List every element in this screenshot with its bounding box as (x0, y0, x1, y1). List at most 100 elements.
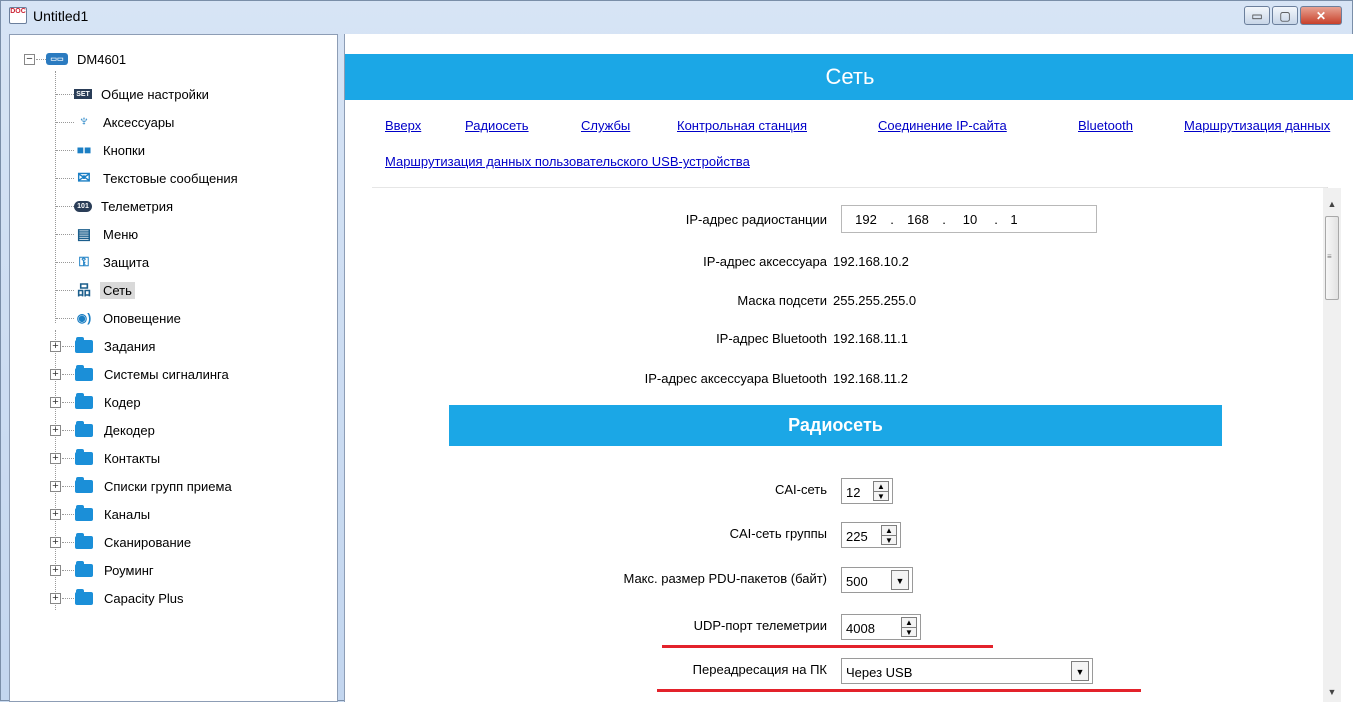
pc-forwarding-select[interactable]: Через USB ▼ (841, 658, 1093, 684)
link-ip-site[interactable]: Соединение IP-сайта (878, 118, 1007, 133)
minimize-button[interactable]: ▭ (1244, 6, 1270, 25)
link-control-station[interactable]: Контрольная станция (677, 118, 807, 133)
key-icon: ⚿ (79, 254, 89, 269)
highlight-underline (657, 689, 1141, 692)
expand-icon[interactable]: + (50, 509, 61, 520)
radionet-section-header: Радиосеть (449, 405, 1222, 446)
expand-icon[interactable]: + (50, 341, 61, 352)
folder-icon (75, 392, 93, 409)
cai-net-spinner[interactable]: 12 ▲ ▼ (841, 478, 893, 504)
ip-octet-4[interactable]: 1 (1002, 212, 1026, 227)
tree-folder-label: Задания (104, 338, 156, 354)
tree-item-accessories[interactable]: ♆ Аксессуары (74, 109, 177, 135)
tree-folder-contacts[interactable]: Контакты (74, 445, 163, 471)
tree-folder-decoder[interactable]: Декодер (74, 417, 158, 443)
tree-item-alerts[interactable]: ◉) Оповещение (74, 305, 184, 331)
window-controls: ▭ ▢ ✕ (1244, 6, 1342, 25)
tree-item-label: Общие настройки (101, 86, 209, 102)
expand-icon[interactable]: + (50, 593, 61, 604)
spinner-arrows-icon[interactable]: ▲ ▼ (881, 525, 897, 545)
network-icon: 品 (77, 282, 91, 298)
tree-item-label: Телеметрия (101, 198, 174, 214)
pdu-size-value[interactable]: 500 (842, 571, 891, 589)
link-bluetooth[interactable]: Bluetooth (1078, 118, 1133, 133)
cai-group-spinner[interactable]: 225 ▲ ▼ (841, 522, 901, 548)
tree-folder-tasks[interactable]: Задания (74, 333, 158, 359)
udp-port-spinner[interactable]: 4008 ▲ ▼ (841, 614, 921, 640)
maximize-button[interactable]: ▢ (1272, 6, 1298, 25)
ip-octet-1[interactable]: 192 (846, 212, 886, 227)
cai-group-value[interactable]: 225 (842, 526, 881, 544)
tree-folder-label: Каналы (104, 506, 151, 522)
pdu-size-label: Макс. размер PDU-пакетов (байт) (623, 571, 827, 586)
spinner-arrows-icon[interactable]: ▲ ▼ (901, 617, 917, 637)
tree-item-buttons[interactable]: ■■ Кнопки (74, 137, 148, 163)
tree-item-network[interactable]: 品 Сеть (74, 277, 135, 303)
folder-icon (75, 448, 93, 465)
tree-folder-channels[interactable]: Каналы (74, 501, 153, 527)
collapse-root-icon[interactable]: − (24, 54, 35, 65)
tree-folder-signaling[interactable]: Системы сигналинга (74, 361, 232, 387)
ip-octet-3[interactable]: 10 (950, 212, 990, 227)
pc-forwarding-value[interactable]: Через USB (842, 662, 1071, 680)
tree-folder-label: Capacity Plus (104, 590, 184, 606)
pc-forwarding-label: Переадресация на ПК (692, 662, 827, 677)
radio-device-icon: ▭▭ (46, 53, 68, 65)
tree-item-telemetry[interactable]: 101 Телеметрия (74, 193, 176, 219)
expand-icon[interactable]: + (50, 397, 61, 408)
tree-item-menu[interactable]: ▤ Меню (74, 221, 141, 247)
cai-net-value[interactable]: 12 (842, 482, 873, 500)
accessory-icon: ♆ (78, 113, 90, 130)
tree-folder-label: Списки групп приема (104, 478, 232, 494)
tree-folder-label: Контакты (104, 450, 161, 466)
bluetooth-accessory-ip-value: 192.168.11.2 (833, 371, 908, 386)
tree-item-label: Сеть (100, 281, 135, 299)
link-usb-data-routing[interactable]: Маршрутизация данных пользовательского U… (385, 154, 750, 169)
dropdown-arrow-icon[interactable]: ▼ (1071, 661, 1089, 681)
tree-folder-label: Системы сигналинга (104, 366, 229, 382)
tree-folder-roaming[interactable]: Роуминг (74, 557, 157, 583)
tree-folder-scan[interactable]: Сканирование (74, 529, 194, 555)
tree-root[interactable]: ▭▭ DM4601 (46, 46, 129, 72)
tree-folder-rx-groups[interactable]: Списки групп приема (74, 473, 235, 499)
tree-folder-encoder[interactable]: Кодер (74, 389, 144, 415)
tree-folder-capacity-plus[interactable]: Capacity Plus (74, 585, 186, 611)
udp-port-value[interactable]: 4008 (842, 618, 901, 636)
expand-icon[interactable]: + (50, 537, 61, 548)
cai-group-label: CAI-сеть группы (729, 526, 827, 541)
ip-dot: . (890, 211, 894, 227)
expand-icon[interactable]: + (50, 425, 61, 436)
buttons-icon: ■■ (76, 143, 92, 157)
spinner-arrows-icon[interactable]: ▲ ▼ (873, 481, 889, 501)
tree-folder-label: Кодер (104, 394, 141, 410)
ip-octet-2[interactable]: 168 (898, 212, 938, 227)
link-radionet[interactable]: Радиосеть (465, 118, 529, 133)
link-services[interactable]: Службы (581, 118, 630, 133)
telemetry-icon: 101 (74, 200, 92, 212)
expand-icon[interactable]: + (50, 565, 61, 576)
tree-item-security[interactable]: ⚿ Защита (74, 249, 152, 275)
scroll-up-icon[interactable]: ▲ (1323, 196, 1341, 212)
tree-folder-label: Роуминг (104, 562, 154, 578)
radio-ip-input[interactable]: 192 . 168 . 10 . 1 (841, 205, 1097, 233)
tree-folder-label: Декодер (104, 422, 155, 438)
tree-item-label: Кнопки (103, 142, 145, 158)
vertical-scrollbar[interactable]: ▲ ≡ ▼ (1323, 188, 1341, 702)
dropdown-arrow-icon[interactable]: ▼ (891, 570, 909, 590)
tree-item-text-messages[interactable]: ✉ Текстовые сообщения (74, 165, 241, 191)
link-up[interactable]: Вверх (385, 118, 421, 133)
expand-icon[interactable]: + (50, 481, 61, 492)
close-button[interactable]: ✕ (1300, 6, 1342, 25)
ip-dot: . (942, 211, 946, 227)
link-data-routing[interactable]: Маршрутизация данных (1184, 118, 1330, 133)
expand-icon[interactable]: + (50, 369, 61, 380)
expand-icon[interactable]: + (50, 453, 61, 464)
pdu-size-select[interactable]: 500 ▼ (841, 567, 913, 593)
folder-icon (75, 532, 93, 549)
bluetooth-ip-label: IP-адрес Bluetooth (716, 331, 827, 346)
document-icon: DOC (9, 7, 27, 24)
scroll-down-icon[interactable]: ▼ (1323, 684, 1341, 700)
tree-item-general-settings[interactable]: SET Общие настройки (74, 81, 212, 107)
window-title: Untitled1 (33, 8, 89, 24)
subnet-mask-label: Маска подсети (737, 293, 827, 308)
